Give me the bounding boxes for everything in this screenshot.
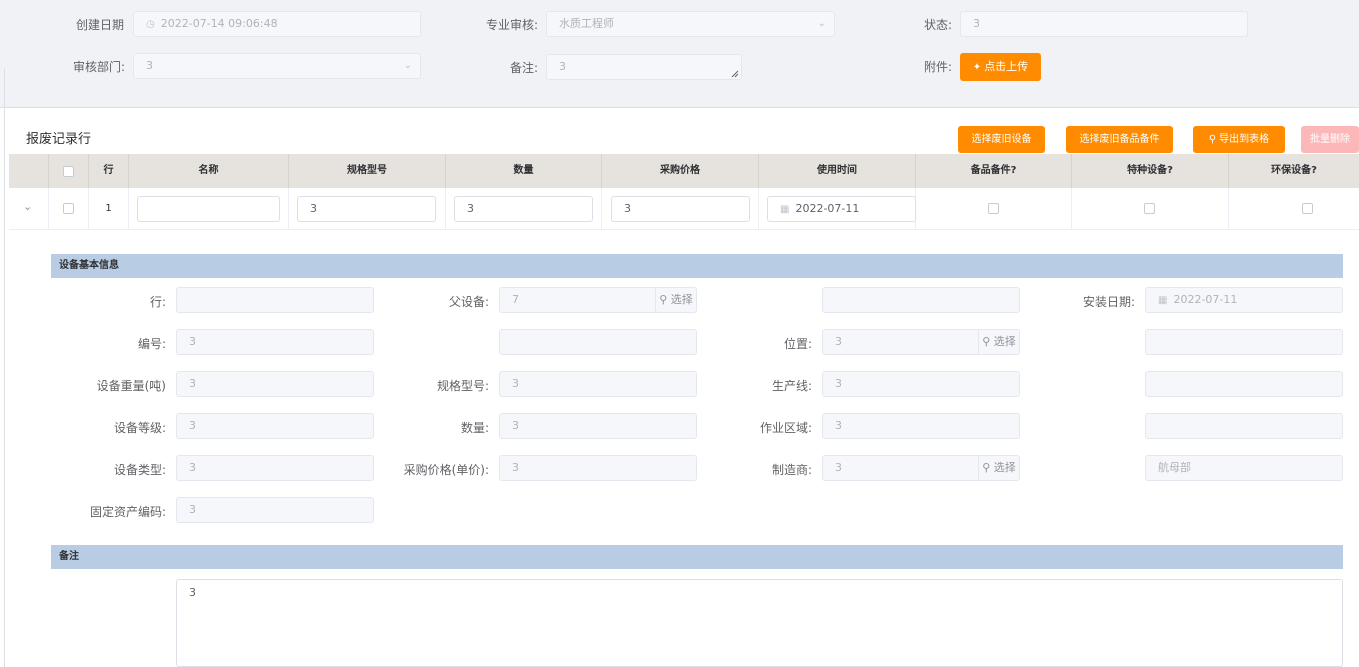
location-select-button[interactable]: ⚲ 选择 xyxy=(978,330,1019,354)
row-index: 1 xyxy=(89,188,129,229)
asset-code-label: 固定资产编码: xyxy=(89,505,166,519)
detail-row-label: 行: xyxy=(149,295,166,309)
col-special-equipment: 特种设备? xyxy=(1072,154,1229,188)
paperclip-icon: ✦ xyxy=(972,62,982,73)
parent-equipment-label: 父设备: xyxy=(448,295,489,309)
select-scrap-spare-parts-button[interactable]: 选择废旧备品备件 xyxy=(1066,126,1173,153)
col-use-time: 使用时间 xyxy=(759,154,916,188)
work-area-input[interactable]: 3 xyxy=(822,413,1020,439)
price-input[interactable]: 3 xyxy=(611,196,750,222)
search-icon: ⚲ xyxy=(982,335,991,348)
production-line-label: 生产线: xyxy=(771,379,812,393)
location-label: 位置: xyxy=(783,337,812,351)
code-input[interactable]: 3 xyxy=(176,329,374,355)
spec-label: 规格型号: xyxy=(436,379,489,393)
col-row: 行 xyxy=(89,154,129,188)
remark-detail-textarea[interactable]: 3 xyxy=(176,579,1343,667)
type-input[interactable]: 3 xyxy=(176,455,374,481)
weight-label: 设备重量(吨) xyxy=(96,379,166,393)
spec-detail-input[interactable]: 3 xyxy=(499,371,697,397)
resize-handle-icon[interactable] xyxy=(731,70,739,78)
chevron-down-icon: ⌄ xyxy=(403,60,412,71)
upload-button[interactable]: ✦ 点击上传 xyxy=(960,53,1041,81)
manufacturer-select-button[interactable]: ⚲ 选择 xyxy=(978,456,1019,480)
detail-blank-input-1[interactable] xyxy=(822,287,1020,313)
unit-price-input[interactable]: 3 xyxy=(499,455,697,481)
col-price: 采购价格 xyxy=(602,154,759,188)
attachment-label: 附件: xyxy=(924,60,953,74)
select-scrap-equipment-button[interactable]: 选择废旧设备 xyxy=(958,126,1045,153)
clock-icon: ◷ xyxy=(146,19,155,30)
qty-input[interactable]: 3 xyxy=(454,196,593,222)
production-line-input[interactable]: 3 xyxy=(822,371,1020,397)
status-label: 状态: xyxy=(924,18,953,32)
calendar-icon: ▦ xyxy=(780,204,790,215)
select-all-checkbox[interactable] xyxy=(63,166,74,177)
chevron-down-icon[interactable]: ⌄ xyxy=(23,200,32,213)
equipment-basic-info-band: 设备基本信息 xyxy=(51,254,1343,278)
type-label: 设备类型: xyxy=(113,463,166,477)
chevron-down-icon: ⌄ xyxy=(817,18,826,29)
row-checkbox[interactable] xyxy=(63,203,74,214)
use-time-input[interactable]: ▦ 2022-07-11 xyxy=(767,196,916,222)
weight-input[interactable]: 3 xyxy=(176,371,374,397)
search-icon: ⚲ xyxy=(1208,134,1217,145)
remark-band: 备注 xyxy=(51,545,1343,569)
qty-label: 数量: xyxy=(460,421,489,435)
grade-input[interactable]: 3 xyxy=(176,413,374,439)
col-spare-part: 备品备件? xyxy=(916,154,1072,188)
created-date-input[interactable]: ◷ 2022-07-14 09:06:48 xyxy=(133,11,421,37)
spare-part-checkbox[interactable] xyxy=(988,203,999,214)
name-input[interactable] xyxy=(137,196,280,222)
reviewer-label: 专业审核: xyxy=(486,18,539,32)
left-divider xyxy=(4,68,5,667)
batch-delete-button[interactable]: 批量删除 xyxy=(1301,126,1359,153)
dept-select[interactable]: 3 ⌄ xyxy=(133,53,421,79)
spec-input[interactable]: 3 xyxy=(297,196,436,222)
col-qty: 数量 xyxy=(446,154,602,188)
asset-code-input[interactable]: 3 xyxy=(176,497,374,523)
detail-blank-input-3[interactable] xyxy=(1145,329,1343,355)
department-input[interactable]: 航母部 xyxy=(1145,455,1343,481)
qty-detail-input[interactable]: 3 xyxy=(499,413,697,439)
dept-label: 审核部门: xyxy=(73,60,126,74)
col-eco-equipment: 环保设备? xyxy=(1271,165,1317,176)
detail-blank-input-5[interactable] xyxy=(1145,413,1343,439)
unit-price-label: 采购价格(单价): xyxy=(403,463,489,477)
detail-blank-input-4[interactable] xyxy=(1145,371,1343,397)
col-spec: 规格型号 xyxy=(289,154,446,188)
grade-label: 设备等级: xyxy=(113,421,166,435)
install-date-input[interactable]: ▦ 2022-07-11 xyxy=(1145,287,1343,313)
special-equipment-checkbox[interactable] xyxy=(1144,203,1155,214)
table-row: ⌄ 1 3 3 3 ▦ 2022-07-11 xyxy=(9,188,1359,230)
detail-row-input[interactable] xyxy=(176,287,374,313)
manufacturer-label: 制造商: xyxy=(771,463,812,477)
search-icon: ⚲ xyxy=(982,461,991,474)
remark-textarea[interactable]: 3 xyxy=(546,54,742,80)
expand-column-header xyxy=(9,154,49,188)
work-area-label: 作业区域: xyxy=(759,421,812,435)
install-date-label: 安装日期: xyxy=(1082,295,1135,309)
form-header: 创建日期 ◷ 2022-07-14 09:06:48 专业审核: 水质工程师 ⌄ … xyxy=(0,0,1359,108)
detail-blank-input-2[interactable] xyxy=(499,329,697,355)
remark-label: 备注: xyxy=(510,61,539,75)
col-name: 名称 xyxy=(129,154,289,188)
table-header: 行 名称 规格型号 数量 采购价格 使用时间 备品备件? 特种设备? 环保设备? xyxy=(9,154,1359,188)
select-all-column-header xyxy=(49,154,89,188)
export-table-button[interactable]: ⚲ 导出到表格 xyxy=(1193,126,1285,153)
reviewer-select[interactable]: 水质工程师 ⌄ xyxy=(546,11,835,37)
parent-equipment-select-button[interactable]: ⚲ 选择 xyxy=(655,288,696,312)
parent-equipment-input[interactable]: 7 ⚲ 选择 xyxy=(499,287,697,313)
location-input[interactable]: 3 ⚲ 选择 xyxy=(822,329,1020,355)
calendar-icon: ▦ xyxy=(1158,295,1168,306)
eco-equipment-checkbox[interactable] xyxy=(1302,203,1313,214)
status-input[interactable]: 3 xyxy=(960,11,1248,37)
manufacturer-input[interactable]: 3 ⚲ 选择 xyxy=(822,455,1020,481)
created-date-label: 创建日期 xyxy=(76,18,125,32)
search-icon: ⚲ xyxy=(659,293,668,306)
code-label: 编号: xyxy=(137,337,166,351)
section-title: 报废记录行 xyxy=(26,132,92,147)
